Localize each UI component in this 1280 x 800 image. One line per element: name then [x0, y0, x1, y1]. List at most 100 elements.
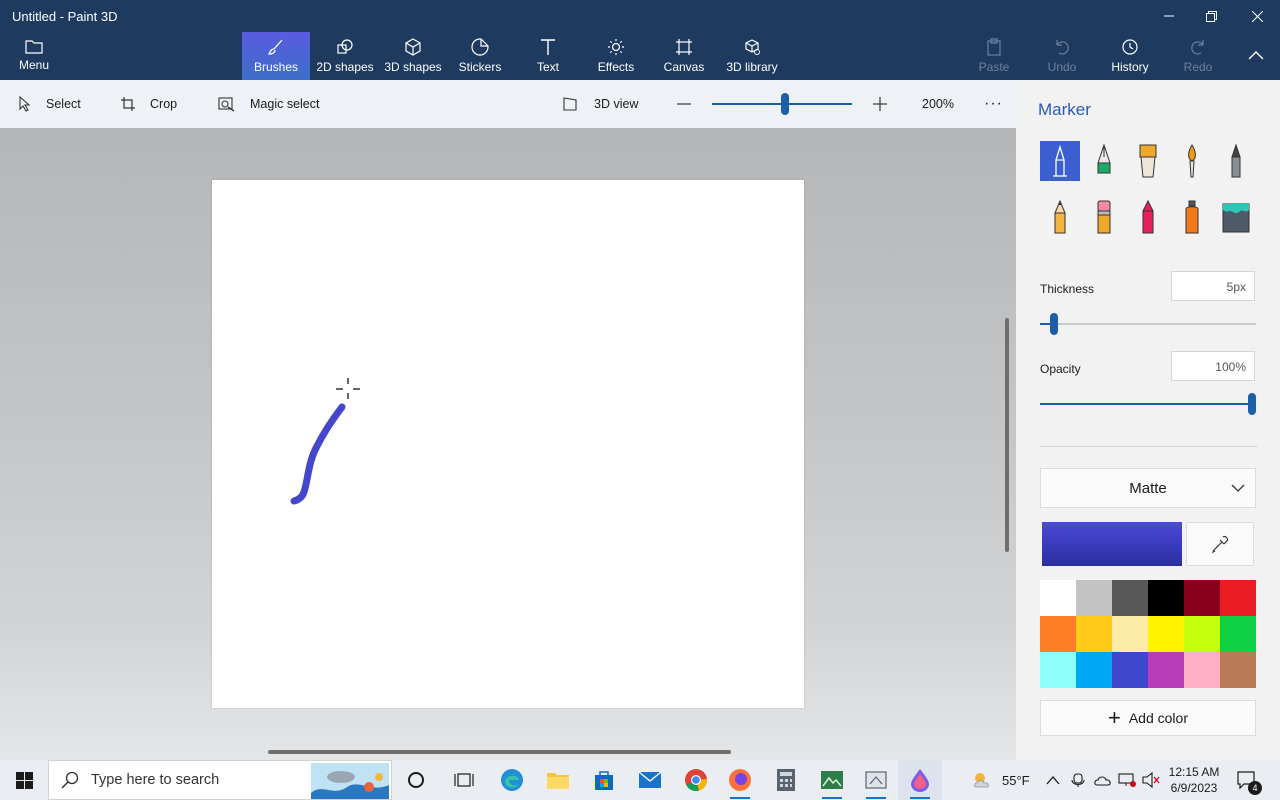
collapse-ribbon-button[interactable]: [1236, 32, 1276, 80]
tab-3d-library[interactable]: 3D library: [722, 32, 782, 80]
menu-button[interactable]: Menu: [8, 32, 60, 80]
tab-3d-shapes[interactable]: 3D shapes: [380, 32, 446, 80]
marker-brush[interactable]: [1040, 141, 1080, 181]
edge-taskbar-button[interactable]: [490, 760, 534, 800]
watercolor-brush[interactable]: [1172, 141, 1212, 181]
magic-select-icon: [218, 97, 235, 112]
chevron-down-icon: [1231, 484, 1245, 492]
palette-swatch[interactable]: [1220, 616, 1256, 652]
drawing-canvas[interactable]: [212, 180, 804, 708]
crayon-brush[interactable]: [1128, 197, 1168, 237]
snipping-tool-taskbar-button[interactable]: [854, 760, 898, 800]
horizontal-scrollbar[interactable]: [268, 750, 731, 754]
opacity-input[interactable]: 100%: [1171, 351, 1255, 381]
task-view-button[interactable]: [442, 760, 486, 800]
photos-taskbar-button[interactable]: [810, 760, 854, 800]
firefox-taskbar-button[interactable]: [718, 760, 762, 800]
cortana-button[interactable]: [394, 760, 438, 800]
palette-swatch[interactable]: [1040, 580, 1076, 616]
palette-swatch[interactable]: [1184, 580, 1220, 616]
redo-button[interactable]: Redo: [1174, 32, 1222, 80]
more-options-icon[interactable]: ···: [984, 80, 1003, 128]
palette-swatch[interactable]: [1112, 652, 1148, 688]
volume-muted-icon[interactable]: [1142, 760, 1160, 800]
chrome-icon: [685, 769, 707, 792]
zoom-slider-thumb[interactable]: [781, 93, 789, 115]
palette-swatch[interactable]: [1220, 652, 1256, 688]
oil-brush[interactable]: [1128, 141, 1168, 181]
undo-button[interactable]: Undo: [1038, 32, 1086, 80]
zoom-slider[interactable]: [712, 80, 852, 128]
pixel-pen-brush[interactable]: [1216, 141, 1256, 181]
spray-can-brush[interactable]: [1172, 197, 1212, 237]
select-label: Select: [46, 97, 81, 111]
eyedropper-button[interactable]: [1186, 522, 1254, 566]
calligraphy-pen-brush[interactable]: [1084, 141, 1124, 181]
start-button[interactable]: [2, 760, 46, 800]
weather-widget[interactable]: 55°F: [970, 760, 1030, 800]
palette-swatch[interactable]: [1148, 616, 1184, 652]
pencil-brush[interactable]: [1040, 197, 1080, 237]
palette-swatch[interactable]: [1184, 652, 1220, 688]
clock[interactable]: 12:15 AM 6/9/2023: [1168, 760, 1220, 800]
history-icon: [1122, 39, 1138, 55]
fill-bucket-brush[interactable]: [1216, 197, 1256, 237]
magic-select-button[interactable]: Magic select: [218, 80, 319, 128]
palette-swatch[interactable]: [1184, 616, 1220, 652]
3d-view-button[interactable]: 3D view: [562, 80, 638, 128]
palette-swatch[interactable]: [1148, 580, 1184, 616]
finish-dropdown[interactable]: Matte: [1040, 468, 1256, 508]
tab-effects[interactable]: Effects: [588, 32, 644, 80]
vertical-scrollbar[interactable]: [1005, 318, 1009, 552]
redo-icon: [1191, 40, 1204, 55]
show-hidden-icons-button[interactable]: [1046, 760, 1060, 800]
minimize-button[interactable]: [1146, 0, 1192, 32]
thickness-slider[interactable]: [1040, 312, 1256, 336]
taskbar-search-box[interactable]: Type here to search: [48, 760, 392, 800]
store-taskbar-button[interactable]: [582, 760, 626, 800]
add-color-button[interactable]: + Add color: [1040, 700, 1256, 736]
file-explorer-taskbar-button[interactable]: [536, 760, 580, 800]
palette-swatch[interactable]: [1220, 580, 1256, 616]
current-color-swatch[interactable]: [1042, 522, 1182, 566]
close-button[interactable]: [1234, 0, 1280, 32]
palette-swatch[interactable]: [1112, 616, 1148, 652]
opacity-slider-thumb[interactable]: [1248, 393, 1256, 415]
thickness-input[interactable]: 5px: [1171, 271, 1255, 301]
select-button[interactable]: Select: [18, 80, 81, 128]
tab-stickers[interactable]: Stickers: [450, 32, 510, 80]
crop-button[interactable]: Crop: [120, 80, 177, 128]
history-button[interactable]: History: [1104, 32, 1156, 80]
mail-taskbar-button[interactable]: [628, 760, 672, 800]
tab-brushes[interactable]: Brushes: [242, 32, 310, 80]
paste-button[interactable]: Paste: [970, 32, 1018, 80]
thickness-slider-thumb[interactable]: [1050, 313, 1058, 335]
panel-title: Marker: [1038, 100, 1091, 119]
oil-brush-icon: [1139, 144, 1157, 178]
palette-swatch[interactable]: [1076, 580, 1112, 616]
tab-canvas[interactable]: Canvas: [656, 32, 712, 80]
restore-button[interactable]: [1188, 0, 1234, 32]
chrome-taskbar-button[interactable]: [674, 760, 718, 800]
onedrive-icon[interactable]: [1094, 760, 1112, 800]
calculator-taskbar-button[interactable]: [764, 760, 808, 800]
palette-swatch[interactable]: [1148, 652, 1184, 688]
palette-swatch[interactable]: [1112, 580, 1148, 616]
meet-now-icon[interactable]: [1070, 760, 1086, 800]
eraser-brush[interactable]: [1084, 197, 1124, 237]
tab-text[interactable]: Text: [520, 32, 576, 80]
task-view-icon: [454, 773, 474, 787]
tab-2d-shapes[interactable]: 2D shapes: [312, 32, 378, 80]
network-icon[interactable]: [1118, 760, 1136, 800]
opacity-slider[interactable]: [1040, 392, 1256, 416]
notification-center-button[interactable]: 4: [1236, 760, 1262, 800]
weather-temperature: 55°F: [1002, 772, 1030, 788]
palette-swatch[interactable]: [1040, 652, 1076, 688]
palette-swatch[interactable]: [1076, 616, 1112, 652]
paint-3d-taskbar-button[interactable]: [898, 760, 942, 800]
palette-swatch[interactable]: [1076, 652, 1112, 688]
zoom-in-button[interactable]: [872, 80, 902, 128]
palette-swatch[interactable]: [1040, 616, 1076, 652]
zoom-out-button[interactable]: [676, 80, 706, 128]
workspace[interactable]: [0, 128, 1016, 760]
